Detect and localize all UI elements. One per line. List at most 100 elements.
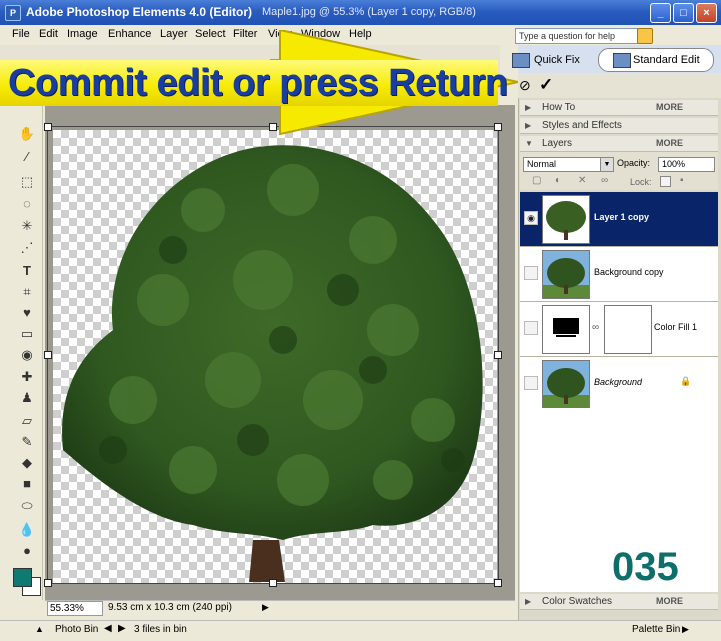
clone-stamp-tool-icon[interactable]: ♟ <box>18 389 36 406</box>
crop-tool-icon[interactable]: ⌗ <box>18 283 36 300</box>
how-to-palette-header[interactable]: ▶ How To MORE <box>520 100 718 116</box>
chain-link-icon[interactable]: ∞ <box>592 322 599 333</box>
layer-thumbnail <box>542 195 590 244</box>
transform-handle[interactable] <box>44 351 52 359</box>
transform-handle[interactable] <box>44 123 52 131</box>
blend-mode-select[interactable]: Normal ▼ <box>523 157 614 172</box>
menu-image[interactable]: Image <box>67 28 98 40</box>
adjustment-layer-icon[interactable]: ◐ <box>555 175 561 186</box>
magic-wand-tool-icon[interactable]: ✳ <box>18 217 36 234</box>
transform-bounding-box[interactable] <box>44 123 502 587</box>
quick-fix-button[interactable]: Quick Fix <box>512 50 588 70</box>
tutorial-number-watermark: 035 <box>612 545 679 589</box>
how-to-label: How To <box>542 102 576 113</box>
standard-edit-button[interactable]: Standard Edit <box>598 48 714 72</box>
chevron-down-icon: ▼ <box>600 158 613 171</box>
layer-row[interactable]: Background copy <box>520 247 718 302</box>
visibility-eye-icon[interactable] <box>524 266 538 280</box>
blur-tool-icon[interactable]: 💧 <box>18 521 36 538</box>
app-title: Adobe Photoshop Elements 4.0 (Editor) <box>26 5 253 19</box>
eyedropper-tool-icon[interactable]: ⁄ <box>18 148 36 165</box>
styles-effects-palette-header[interactable]: ▶ Styles and Effects <box>520 118 718 134</box>
marquee-tool-icon[interactable]: ⬚ <box>18 173 36 190</box>
lasso-tool-icon[interactable]: ◌ <box>18 195 36 212</box>
color-swatches-label: Color Swatches <box>542 596 613 607</box>
layer-name: Layer 1 copy <box>594 212 650 222</box>
files-in-bin: 3 files in bin <box>134 624 187 635</box>
zoom-level-field[interactable]: 55.33% <box>47 601 103 616</box>
menu-filter[interactable]: Filter <box>233 28 257 40</box>
photo-bin-prev-icon[interactable]: ◀ <box>104 623 112 634</box>
hand-tool-icon[interactable]: ✋ <box>18 125 36 142</box>
gradient-tool-icon[interactable]: ■ <box>18 475 36 492</box>
transform-handle[interactable] <box>494 579 502 587</box>
how-to-more[interactable]: MORE <box>656 100 683 115</box>
link-layers-icon[interactable]: ∞ <box>601 175 608 186</box>
red-eye-tool-icon[interactable]: ◉ <box>18 346 36 363</box>
paint-bucket-tool-icon[interactable]: ◆ <box>18 454 36 471</box>
palette-bin-label[interactable]: Palette Bin <box>632 624 680 635</box>
layers-label: Layers <box>542 138 573 149</box>
palette-bin-toggle-icon[interactable]: ▶ <box>682 624 689 635</box>
brush-tool-icon[interactable]: ✎ <box>18 433 36 450</box>
help-go-icon[interactable] <box>637 28 653 44</box>
layer-thumbnail <box>542 305 590 354</box>
status-menu-arrow-icon[interactable]: ▶ <box>262 602 269 613</box>
menu-edit[interactable]: Edit <box>39 28 58 40</box>
standard-edit-label: Standard Edit <box>633 54 700 66</box>
menu-select[interactable]: Select <box>195 28 226 40</box>
cancel-transform-icon[interactable]: ⊘ <box>519 77 531 94</box>
type-tool-icon[interactable]: T <box>18 262 36 279</box>
eraser-tool-icon[interactable]: ▱ <box>18 412 36 429</box>
lock-transparency-icon[interactable] <box>660 176 671 187</box>
toolbox: ✋ ⁄ ⬚ ◌ ✳ ⋰ T ⌗ ♥ ▭ ◉ ✚ ♟ ▱ ✎ ◆ ■ ⬭ 💧 ● <box>8 105 43 600</box>
menu-layer[interactable]: Layer <box>160 28 188 40</box>
help-search-input[interactable]: Type a question for help <box>515 28 638 44</box>
transform-handle[interactable] <box>269 579 277 587</box>
selection-brush-tool-icon[interactable]: ⋰ <box>18 239 36 256</box>
layers-more[interactable]: MORE <box>656 136 683 151</box>
layer-row[interactable]: Background 🔒 <box>520 357 718 412</box>
layer-row[interactable]: ∞ Color Fill 1 <box>520 302 718 357</box>
quick-fix-label: Quick Fix <box>534 54 580 66</box>
transform-handle[interactable] <box>44 579 52 587</box>
standard-edit-icon <box>613 53 631 68</box>
visibility-eye-icon[interactable] <box>524 376 538 390</box>
healing-brush-tool-icon[interactable]: ✚ <box>18 368 36 385</box>
close-button[interactable]: × <box>696 3 717 23</box>
collapse-arrow-icon: ▼ <box>525 139 533 148</box>
lock-all-icon[interactable]: ▪ <box>680 175 684 186</box>
styles-effects-label: Styles and Effects <box>542 120 622 131</box>
expand-arrow-icon: ▶ <box>525 103 532 112</box>
visibility-eye-icon[interactable] <box>524 321 538 335</box>
layer-thumbnail <box>542 250 590 299</box>
layer-mask-thumbnail <box>604 305 652 354</box>
foreground-color-swatch[interactable] <box>13 568 32 587</box>
callout-text: Commit edit or press Return <box>8 62 508 104</box>
photo-bin-toggle-icon[interactable]: ▲ <box>35 624 44 634</box>
sponge-tool-icon[interactable]: ● <box>18 542 36 559</box>
maximize-button[interactable]: □ <box>673 3 694 23</box>
commit-transform-icon[interactable]: ✓ <box>539 75 553 95</box>
delete-layer-icon[interactable]: ✕ <box>578 175 586 186</box>
visibility-eye-icon[interactable]: ◉ <box>524 211 538 225</box>
opacity-label: Opacity: <box>617 158 651 168</box>
menu-file[interactable]: File <box>12 28 30 40</box>
layers-palette-header[interactable]: ▼ Layers MORE <box>520 136 718 152</box>
layer-row[interactable]: ◉ Layer 1 copy <box>520 192 718 247</box>
straighten-tool-icon[interactable]: ▭ <box>18 325 36 342</box>
expand-arrow-icon: ▶ <box>525 121 532 130</box>
new-layer-icon[interactable]: ▢ <box>532 175 541 186</box>
menu-enhance[interactable]: Enhance <box>108 28 151 40</box>
photo-bin-next-icon[interactable]: ▶ <box>118 623 126 634</box>
minimize-button[interactable]: _ <box>650 3 671 23</box>
photoshop-elements-icon: P <box>5 5 21 21</box>
shape-tool-icon[interactable]: ⬭ <box>18 497 36 514</box>
cookie-cutter-tool-icon[interactable]: ♥ <box>18 304 36 321</box>
title-bar: P Adobe Photoshop Elements 4.0 (Editor) … <box>0 0 721 25</box>
color-swatches-more[interactable]: MORE <box>656 594 683 609</box>
photo-bin-label[interactable]: Photo Bin <box>55 624 98 635</box>
transform-handle[interactable] <box>494 351 502 359</box>
color-swatches-palette-header[interactable]: ▶ Color Swatches MORE <box>520 594 718 610</box>
opacity-input[interactable]: 100% <box>658 157 715 172</box>
